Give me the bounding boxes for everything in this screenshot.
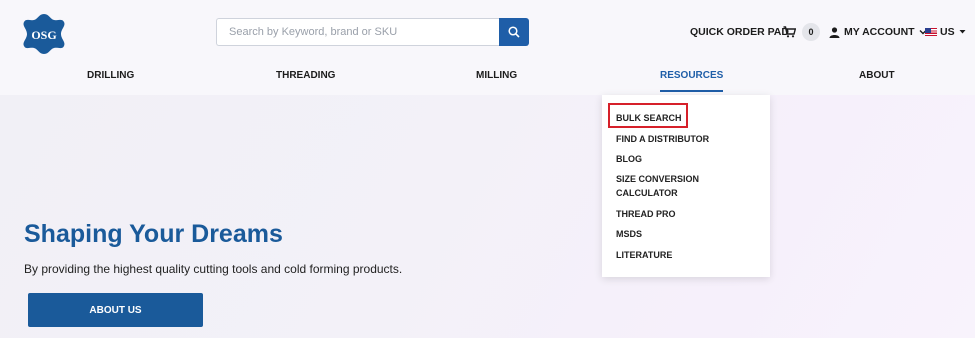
hero-subtitle: By providing the highest quality cutting…	[24, 262, 403, 276]
menu-item-msds[interactable]: MSDS	[616, 227, 642, 241]
hero-title: Shaping Your Dreams	[24, 220, 283, 248]
nav-item-drilling[interactable]: DRILLING	[87, 70, 134, 81]
quick-order-label: QUICK ORDER PAD	[690, 26, 789, 38]
cart-button[interactable]: 0	[783, 22, 820, 42]
menu-item-find-a-distributor[interactable]: FIND A DISTRIBUTOR	[616, 132, 709, 146]
about-us-button[interactable]: ABOUT US	[28, 293, 203, 327]
menu-item-calculator[interactable]: CALCULATOR	[616, 186, 678, 200]
nav-item-resources[interactable]: RESOURCES	[660, 70, 724, 92]
cart-count-badge: 0	[802, 23, 820, 41]
site-header: OSG QUICK ORDER PAD 0 MY ACCOUNT	[0, 0, 975, 95]
resources-dropdown-menu: BULK SEARCH FIND A DISTRIBUTOR BLOG SIZE…	[602, 95, 770, 277]
locale-label: US	[940, 26, 955, 38]
menu-item-size-conversion[interactable]: SIZE CONVERSION	[616, 172, 699, 186]
logo-text: OSG	[31, 28, 56, 42]
menu-item-literature[interactable]: LITERATURE	[616, 248, 672, 262]
cart-icon	[783, 26, 796, 38]
nav-item-milling[interactable]: MILLING	[476, 70, 517, 81]
search-bar	[216, 18, 529, 46]
quick-order-pad-link[interactable]: QUICK ORDER PAD	[690, 22, 789, 42]
menu-item-bulk-search[interactable]: BULK SEARCH	[616, 111, 682, 125]
search-button[interactable]	[499, 18, 529, 46]
my-account-menu[interactable]: MY ACCOUNT	[829, 22, 927, 42]
us-flag-icon	[925, 28, 937, 36]
menu-item-blog[interactable]: BLOG	[616, 152, 642, 166]
logo-icon[interactable]: OSG	[22, 12, 66, 56]
search-input[interactable]	[216, 18, 499, 46]
main-nav: DRILLING THREADING MILLING RESOURCES ABO…	[0, 70, 975, 92]
user-icon	[829, 26, 840, 38]
nav-item-threading[interactable]: THREADING	[276, 70, 335, 81]
locale-selector[interactable]: US	[925, 22, 967, 42]
nav-item-about[interactable]: ABOUT	[859, 70, 895, 81]
caret-down-icon	[959, 30, 966, 34]
my-account-label: MY ACCOUNT	[844, 26, 915, 38]
menu-item-thread-pro[interactable]: THREAD PRO	[616, 207, 676, 221]
search-icon	[508, 26, 520, 38]
